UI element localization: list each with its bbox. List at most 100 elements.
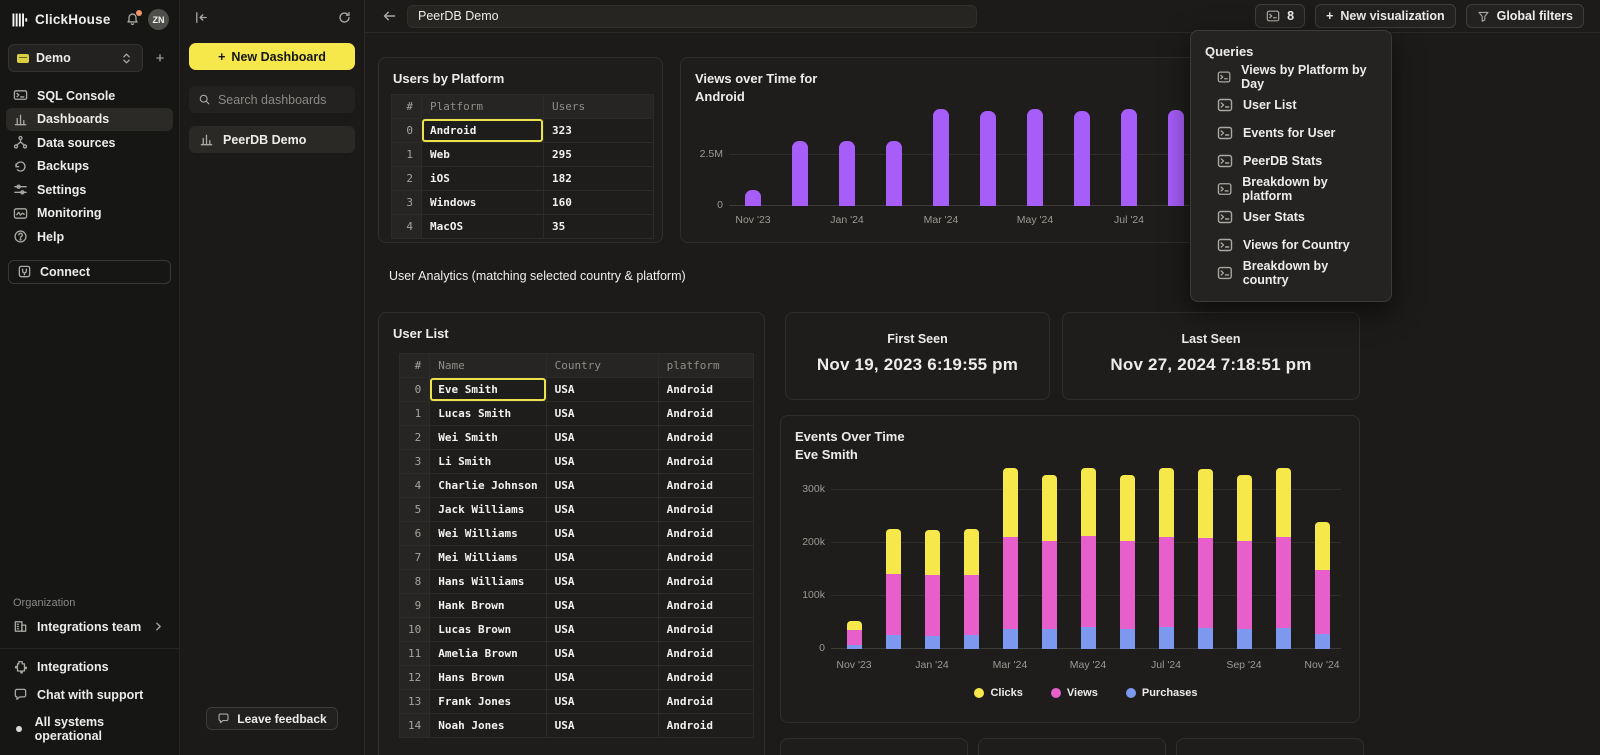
stacked-bar-Jun '24[interactable] — [1120, 475, 1135, 649]
table-row[interactable]: 4MacOS35 — [392, 215, 654, 239]
bar-Nov '23[interactable] — [745, 190, 761, 206]
service-selector[interactable]: Demo — [8, 44, 143, 72]
segment-purchases — [1159, 627, 1174, 649]
legend-item-purchases[interactable]: Purchases — [1126, 687, 1198, 699]
stacked-bar-Jan '24[interactable] — [925, 530, 940, 649]
table-row[interactable]: 0Eve SmithUSAAndroid — [400, 378, 754, 402]
sidebar-item-dashboards[interactable]: Dashboards — [6, 108, 173, 132]
global-filters-button[interactable]: Global filters — [1466, 4, 1584, 28]
stacked-bar-Feb '24[interactable] — [964, 529, 979, 649]
table-row[interactable]: 1Lucas SmithUSAAndroid — [400, 402, 754, 426]
table-row[interactable]: 14Noah JonesUSAAndroid — [400, 714, 754, 738]
connect-button[interactable]: Connect — [8, 260, 171, 284]
events-over-time-card: Events Over Time Eve Smith 0100k200k300k… — [780, 415, 1360, 723]
query-menu-item[interactable]: User Stats — [1203, 203, 1379, 231]
table-row[interactable]: 7Mei WilliamsUSAAndroid — [400, 546, 754, 570]
query-menu-item[interactable]: Events for User — [1203, 119, 1379, 147]
table-row[interactable]: 4Charlie JohnsonUSAAndroid — [400, 474, 754, 498]
table-cell: Wei Williams — [430, 522, 546, 546]
bar-Mar '24[interactable] — [933, 109, 949, 206]
table-cell: 13 — [400, 690, 430, 714]
sidebar-item-system-status[interactable]: All systems operational — [13, 715, 166, 743]
legend-item-clicks[interactable]: Clicks — [974, 687, 1022, 699]
refresh-icon[interactable] — [337, 10, 352, 25]
table-row[interactable]: 1Web295 — [392, 143, 654, 167]
back-button[interactable] — [379, 6, 399, 26]
stacked-bar-Jul '24[interactable] — [1159, 468, 1174, 649]
card-title: User List — [379, 313, 764, 343]
sidebar-item-data-sources[interactable]: Data sources — [6, 131, 173, 155]
stacked-bar-Apr '24[interactable] — [1042, 475, 1057, 649]
query-menu-item[interactable]: Breakdown by country — [1203, 259, 1379, 287]
segment-views — [1315, 570, 1330, 635]
column-header[interactable]: platform — [658, 354, 753, 378]
table-row[interactable]: 2iOS182 — [392, 167, 654, 191]
table-row[interactable]: 9Hank BrownUSAAndroid — [400, 594, 754, 618]
sidebar-item-help[interactable]: Help — [6, 225, 173, 249]
query-menu-item[interactable]: PeerDB Stats — [1203, 147, 1379, 175]
table-row[interactable]: 3Li SmithUSAAndroid — [400, 450, 754, 474]
dashboard-search-input[interactable] — [218, 93, 346, 107]
new-visualization-button[interactable]: + New visualization — [1315, 4, 1456, 28]
table-row[interactable]: 2Wei SmithUSAAndroid — [400, 426, 754, 450]
segment-purchases — [925, 636, 940, 649]
queries-count-button[interactable]: 8 — [1255, 4, 1305, 28]
bar-Dec '23[interactable] — [792, 141, 808, 206]
sidebar-item-integrations-team[interactable]: Integrations team — [0, 615, 179, 648]
add-service-button[interactable]: + — [149, 47, 171, 69]
bar-Jul '24[interactable] — [1121, 109, 1137, 206]
stacked-bar-Sep '24[interactable] — [1237, 475, 1252, 649]
bar-Jan '24[interactable] — [839, 141, 855, 206]
query-menu-item[interactable]: Views by Platform by Day — [1203, 63, 1379, 91]
topbar: 8 + New visualization Global filters — [365, 0, 1600, 33]
new-dashboard-button[interactable]: + New Dashboard — [189, 43, 355, 70]
table-cell: USA — [546, 666, 658, 690]
column-header[interactable]: Name — [430, 354, 546, 378]
table-row[interactable]: 12Hans BrownUSAAndroid — [400, 666, 754, 690]
table-cell: USA — [546, 642, 658, 666]
user-avatar[interactable]: ZN — [148, 9, 169, 30]
notifications-bell-icon[interactable] — [125, 12, 140, 27]
sidebar-item-settings[interactable]: Settings — [6, 178, 173, 202]
bar-Jun '24[interactable] — [1074, 111, 1090, 206]
table-cell: Lucas Brown — [430, 618, 546, 642]
bar-Feb '24[interactable] — [886, 141, 902, 206]
column-header[interactable]: Users — [544, 95, 654, 119]
stacked-bar-Mar '24[interactable] — [1003, 468, 1018, 649]
terminal-icon — [1217, 209, 1233, 225]
query-menu-item[interactable]: Breakdown by platform — [1203, 175, 1379, 203]
bar-Aug '24[interactable] — [1168, 110, 1184, 206]
sidebar-item-integrations[interactable]: Integrations — [13, 659, 166, 674]
bar-Apr '24[interactable] — [980, 111, 996, 206]
legend-item-views[interactable]: Views — [1051, 687, 1098, 699]
column-header[interactable]: # — [392, 95, 422, 119]
query-menu-item[interactable]: Views for Country — [1203, 231, 1379, 259]
sidebar-item-sql-console[interactable]: SQL Console — [6, 84, 173, 108]
stacked-bar-Nov '24[interactable] — [1315, 522, 1330, 649]
bar-May '24[interactable] — [1027, 109, 1043, 206]
stacked-bar-May '24[interactable] — [1081, 468, 1096, 649]
sidebar-item-chat-support[interactable]: Chat with support — [13, 687, 166, 702]
table-row[interactable]: 5Jack WilliamsUSAAndroid — [400, 498, 754, 522]
sidebar-item-monitoring[interactable]: Monitoring — [6, 202, 173, 226]
column-header[interactable]: Country — [546, 354, 658, 378]
table-row[interactable]: 0Android323 — [392, 119, 654, 143]
collapse-panel-icon[interactable] — [194, 10, 209, 25]
table-row[interactable]: 8Hans WilliamsUSAAndroid — [400, 570, 754, 594]
table-row[interactable]: 6Wei WilliamsUSAAndroid — [400, 522, 754, 546]
stacked-bar-Oct '24[interactable] — [1276, 468, 1291, 649]
stacked-bar-Nov '23[interactable] — [847, 621, 862, 649]
table-row[interactable]: 11Amelia BrownUSAAndroid — [400, 642, 754, 666]
dashboard-list-item[interactable]: PeerDB Demo — [189, 126, 355, 153]
sidebar-item-backups[interactable]: Backups — [6, 155, 173, 179]
stacked-bar-Dec '23[interactable] — [886, 529, 901, 649]
dashboard-title-input[interactable] — [407, 5, 977, 28]
table-row[interactable]: 10Lucas BrownUSAAndroid — [400, 618, 754, 642]
column-header[interactable]: # — [400, 354, 430, 378]
table-row[interactable]: 13Frank JonesUSAAndroid — [400, 690, 754, 714]
column-header[interactable]: Platform — [422, 95, 544, 119]
query-menu-item[interactable]: User List — [1203, 91, 1379, 119]
table-row[interactable]: 3Windows160 — [392, 191, 654, 215]
leave-feedback-button[interactable]: Leave feedback — [206, 707, 337, 730]
stacked-bar-Aug '24[interactable] — [1198, 469, 1213, 649]
